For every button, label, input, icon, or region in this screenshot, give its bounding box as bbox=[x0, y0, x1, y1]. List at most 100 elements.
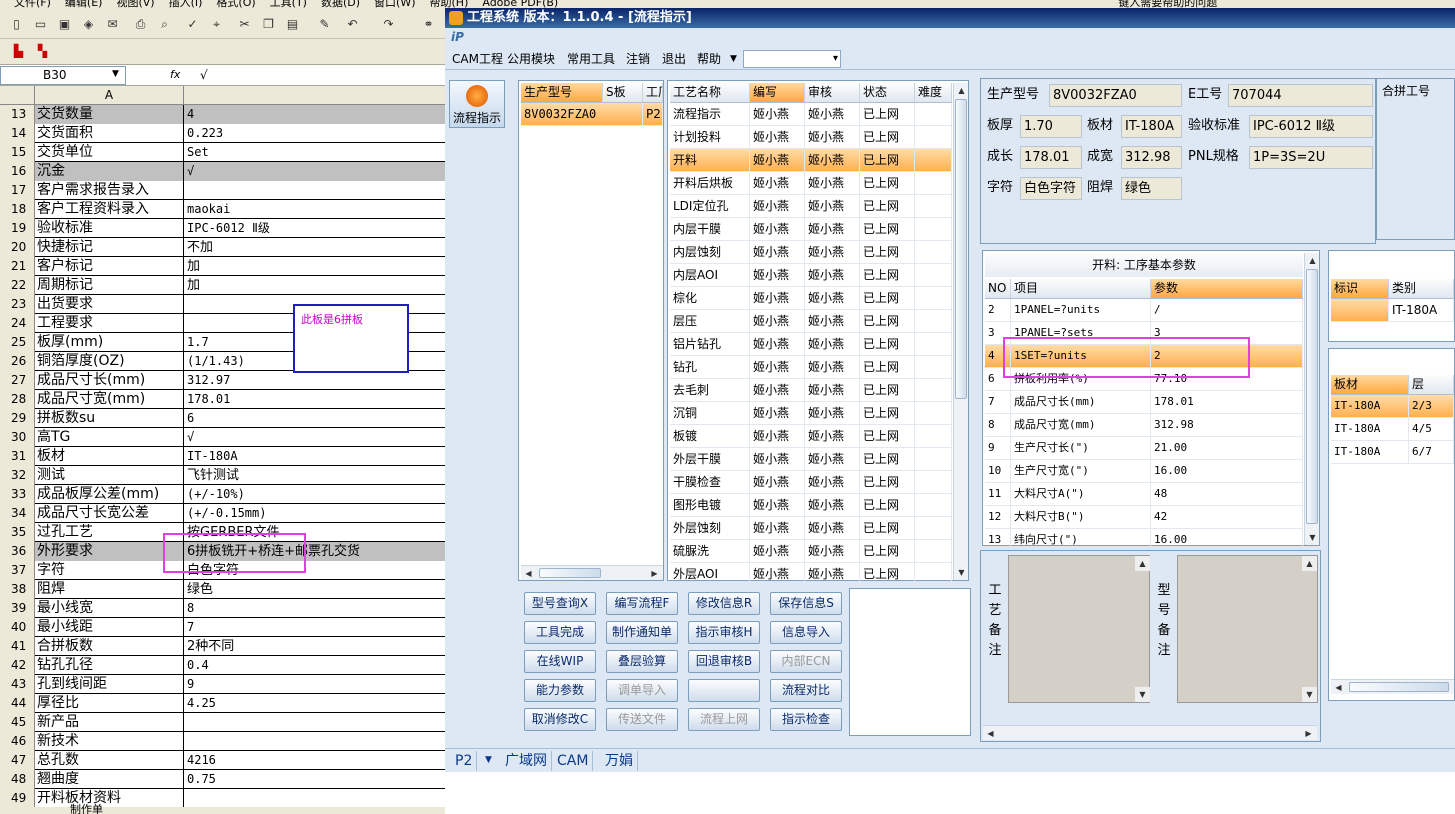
cell-label[interactable]: 孔到线间距 bbox=[35, 675, 184, 694]
process-cell[interactable]: 姬小燕 bbox=[750, 310, 805, 333]
cell-label[interactable]: 过孔工艺 bbox=[35, 523, 184, 542]
process-cell[interactable]: 姬小燕 bbox=[805, 149, 860, 172]
row-number[interactable]: 39 bbox=[0, 599, 35, 618]
process-cell[interactable]: 已上网 bbox=[860, 218, 915, 241]
stack-cell[interactable]: 4/5 bbox=[1409, 418, 1454, 441]
scroll-up-icon[interactable]: ▲ bbox=[1302, 556, 1317, 571]
cell-label[interactable]: 合拼板数 bbox=[35, 637, 184, 656]
cell-label[interactable]: 钻孔孔径 bbox=[35, 656, 184, 675]
spelling-icon[interactable]: ✓ bbox=[184, 16, 201, 33]
row-number[interactable]: 19 bbox=[0, 219, 35, 238]
action-button[interactable] bbox=[688, 679, 760, 702]
process-cell[interactable]: 姬小燕 bbox=[805, 103, 860, 126]
process-cell[interactable]: 姬小燕 bbox=[805, 448, 860, 471]
process-cell[interactable]: 棕化 bbox=[670, 287, 750, 310]
param-cell[interactable]: 9 bbox=[985, 437, 1011, 460]
process-cell[interactable]: 沉铜 bbox=[670, 402, 750, 425]
process-cell[interactable]: 姬小燕 bbox=[750, 103, 805, 126]
row-number[interactable]: 46 bbox=[0, 732, 35, 751]
scroll-left-icon[interactable]: ◀ bbox=[983, 726, 998, 741]
cell-label[interactable]: 周期标记 bbox=[35, 276, 184, 295]
model-field[interactable]: 8V0032FZA0 bbox=[1049, 84, 1182, 107]
process-cell[interactable]: 已上网 bbox=[860, 494, 915, 517]
permission-icon[interactable]: ◈ bbox=[80, 16, 97, 33]
cell-label[interactable]: 厚径比 bbox=[35, 694, 184, 713]
cell-label[interactable]: 总孔数 bbox=[35, 751, 184, 770]
stack-cell[interactable]: 2/3 bbox=[1409, 395, 1454, 418]
process-cell[interactable] bbox=[915, 333, 952, 356]
param-cell[interactable]: 生产尺寸宽(") bbox=[1011, 460, 1151, 483]
process-cell[interactable]: 已上网 bbox=[860, 149, 915, 172]
cell-label[interactable]: 开料板材资料 bbox=[35, 789, 184, 808]
param-cell[interactable]: 178.01 bbox=[1151, 391, 1303, 414]
process-cell[interactable] bbox=[915, 126, 952, 149]
length-field[interactable]: 178.01 bbox=[1020, 146, 1082, 169]
chevron-down-icon[interactable]: ▼ bbox=[112, 69, 119, 79]
process-cell[interactable]: 姬小燕 bbox=[805, 195, 860, 218]
stack-cell[interactable]: IT-180A bbox=[1331, 418, 1409, 441]
row-number[interactable]: 38 bbox=[0, 580, 35, 599]
row-number[interactable]: 26 bbox=[0, 352, 35, 371]
model-hscrollbar[interactable]: ◀ ▶ bbox=[521, 565, 663, 580]
cell-label[interactable]: 交货单位 bbox=[35, 143, 184, 162]
row-number[interactable]: 37 bbox=[0, 561, 35, 580]
process-cell[interactable] bbox=[915, 149, 952, 172]
cell-label[interactable]: 成品尺寸长宽公差 bbox=[35, 504, 184, 523]
process-cell[interactable]: 姬小燕 bbox=[750, 379, 805, 402]
action-button[interactable]: 指示审核H bbox=[688, 621, 760, 644]
process-cell[interactable]: 姬小燕 bbox=[805, 218, 860, 241]
process-cell[interactable] bbox=[915, 103, 952, 126]
cell-label[interactable]: 验收标准 bbox=[35, 219, 184, 238]
process-cell[interactable]: 姬小燕 bbox=[750, 333, 805, 356]
redo-icon[interactable]: ↷ bbox=[380, 16, 397, 33]
process-cell[interactable] bbox=[915, 287, 952, 310]
process-cell[interactable]: 姬小燕 bbox=[805, 333, 860, 356]
process-cell[interactable]: 姬小燕 bbox=[805, 471, 860, 494]
process-cell[interactable] bbox=[915, 402, 952, 425]
row-number[interactable]: 35 bbox=[0, 523, 35, 542]
process-cell[interactable]: 已上网 bbox=[860, 540, 915, 563]
process-cell[interactable] bbox=[915, 172, 952, 195]
process-cell[interactable]: 已上网 bbox=[860, 126, 915, 149]
row-number[interactable]: 47 bbox=[0, 751, 35, 770]
process-cell[interactable]: 姬小燕 bbox=[805, 310, 860, 333]
process-cell[interactable]: 开料后烘板 bbox=[670, 172, 750, 195]
scroll-up-icon[interactable]: ▲ bbox=[954, 83, 969, 98]
factory-cell[interactable]: P2 bbox=[643, 103, 663, 126]
process-cell[interactable]: 姬小燕 bbox=[750, 448, 805, 471]
scroll-thumb[interactable] bbox=[1349, 682, 1449, 692]
param-cell[interactable]: 12 bbox=[985, 506, 1011, 529]
note-textbox[interactable]: 此板是6拼板 bbox=[293, 304, 409, 373]
cell-label[interactable]: 新产品 bbox=[35, 713, 184, 732]
process-cell[interactable]: 已上网 bbox=[860, 379, 915, 402]
param-cell[interactable]: 48 bbox=[1151, 483, 1303, 506]
process-cell[interactable]: 姬小燕 bbox=[805, 264, 860, 287]
stack-cell[interactable]: 6/7 bbox=[1409, 441, 1454, 464]
process-cell[interactable]: 图形电镀 bbox=[670, 494, 750, 517]
process-cell[interactable]: 已上网 bbox=[860, 356, 915, 379]
param-cell[interactable]: 16.00 bbox=[1151, 529, 1303, 552]
scroll-thumb[interactable] bbox=[955, 99, 967, 399]
cell-label[interactable]: 铜箔厚度(OZ) bbox=[35, 352, 184, 371]
formula-input[interactable]: √ bbox=[200, 67, 208, 83]
cell-label[interactable]: 测试 bbox=[35, 466, 184, 485]
process-cell[interactable]: 姬小燕 bbox=[750, 241, 805, 264]
cell-label[interactable]: 交货面积 bbox=[35, 124, 184, 143]
name-box[interactable]: B30 bbox=[0, 66, 126, 85]
cell-label[interactable]: 沉金 bbox=[35, 162, 184, 181]
process-cell[interactable]: 姬小燕 bbox=[750, 149, 805, 172]
stack-cell[interactable]: IT-180A bbox=[1331, 395, 1409, 418]
row-number[interactable]: 20 bbox=[0, 238, 35, 257]
process-cell[interactable]: 外层AOI bbox=[670, 563, 750, 586]
process-cell[interactable]: 姬小燕 bbox=[805, 540, 860, 563]
undo-icon[interactable]: ↶ bbox=[344, 16, 361, 33]
menu-help[interactable]: 帮助 bbox=[697, 51, 721, 67]
action-button[interactable]: 信息导入 bbox=[770, 621, 842, 644]
row-number[interactable]: 45 bbox=[0, 713, 35, 732]
process-cell[interactable]: 姬小燕 bbox=[750, 494, 805, 517]
process-cell[interactable] bbox=[915, 517, 952, 540]
copy-icon[interactable]: ❐ bbox=[260, 16, 277, 33]
process-cell[interactable]: 姬小燕 bbox=[750, 126, 805, 149]
param-cell[interactable]: 11 bbox=[985, 483, 1011, 506]
research-icon[interactable]: ⌖ bbox=[208, 16, 225, 33]
